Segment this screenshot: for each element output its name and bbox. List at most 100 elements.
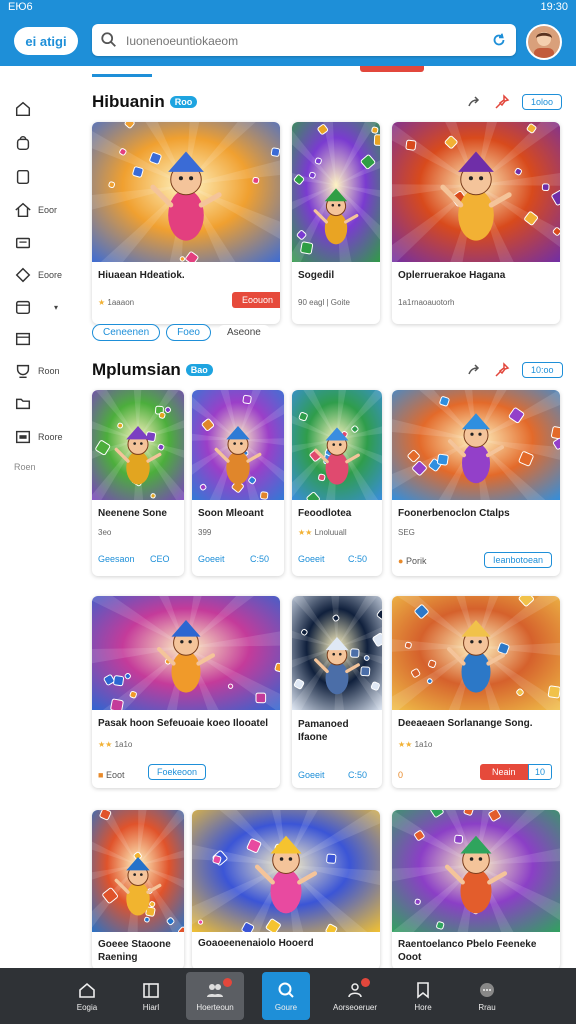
game-thumbnail	[92, 390, 184, 500]
section-1-more-button[interactable]: 1oloo	[522, 94, 563, 110]
bag-icon	[16, 136, 30, 151]
card-link[interactable]: Goeeit	[298, 554, 325, 564]
card-link[interactable]: Goeeit	[198, 554, 225, 564]
refresh-icon[interactable]	[490, 31, 508, 49]
section-title-1: Hibuanin Roo	[92, 92, 198, 112]
tag-icon	[15, 267, 31, 283]
game-card[interactable]: Foonerbenoclon Ctalps SEG ● Porik Ieanbo…	[392, 390, 560, 576]
sidebar-item-doc[interactable]	[14, 166, 76, 188]
library-icon	[143, 983, 159, 998]
game-card[interactable]: Deeaeaen Sorlanange Song. ★★ 1a1o 0 Neai…	[392, 596, 560, 788]
sidebar-item-house[interactable]: Eoor	[14, 199, 76, 221]
game-card[interactable]: Goaoeenenaiolo Hooerd	[192, 810, 380, 968]
game-title: Neenene Sone	[98, 508, 167, 519]
search-icon	[101, 32, 116, 47]
card-link[interactable]: Goeeit	[298, 770, 325, 780]
card-count[interactable]: 10	[528, 764, 553, 780]
game-card[interactable]: Hiuaean Hdeatiok. ★ 1aaaon Eoouon	[92, 122, 280, 324]
game-title: Deeaeaen Sorlanange Song.	[398, 718, 533, 729]
bottom-nav-item-chat[interactable]: Rrau	[458, 972, 516, 1020]
card-link[interactable]: C:50	[348, 770, 367, 780]
section-2-actions: 10:oo	[466, 362, 563, 378]
cup-icon	[16, 364, 30, 379]
game-card[interactable]: Neenene Sone 3eo Geesaon CEO	[92, 390, 184, 576]
game-card[interactable]: Oplerruerakoe Hagana 1a1rnaoauotorh	[392, 122, 560, 324]
card-link[interactable]: ■ Eoot	[98, 770, 124, 780]
game-card[interactable]: Raentoelanco Pbelo Feeneke Ooot	[392, 810, 560, 968]
section-pill-2: Bao	[185, 364, 213, 376]
game-title: Foonerbenoclon Ctalps	[398, 508, 510, 519]
game-title: Raentoelanco Pbelo Feeneke Ooot	[398, 939, 537, 963]
people-icon	[207, 984, 223, 997]
sidebar-item-cup[interactable]: Roon	[14, 360, 76, 382]
bottom-nav-item-bookmark[interactable]: Hore	[394, 972, 452, 1020]
pin-icon[interactable]	[494, 94, 510, 110]
chip[interactable]: Foeo	[166, 324, 211, 341]
home-icon	[15, 101, 31, 117]
card-button[interactable]: Ieanbotoean	[484, 552, 553, 568]
card-button[interactable]: Foekeoon	[148, 764, 207, 780]
game-thumbnail	[292, 122, 380, 262]
bottom-nav-item-home[interactable]: Eogia	[58, 972, 116, 1020]
game-meta: ★★ 1a1o	[398, 740, 433, 749]
chip[interactable]: Aseone	[216, 325, 271, 340]
search-input[interactable]	[124, 29, 478, 53]
game-thumbnail	[392, 596, 560, 710]
card-link[interactable]: Geesaon	[98, 554, 135, 564]
bottom-nav-item-library[interactable]: Hiarl	[122, 972, 180, 1020]
game-title: Hiuaean Hdeatiok.	[98, 270, 185, 281]
bottom-nav-item-users[interactable]: Aorseoeruer	[326, 972, 384, 1020]
sidebar-item-folder[interactable]	[14, 392, 76, 414]
sidebar-item-card[interactable]	[14, 232, 76, 254]
game-meta: ★★ 1a1o	[98, 740, 133, 749]
game-meta: 399	[198, 528, 212, 537]
card-link[interactable]: C:50	[348, 554, 367, 564]
folder-icon	[15, 398, 31, 410]
card-link[interactable]: C:50	[250, 554, 269, 564]
chip[interactable]: Ceneenen	[92, 324, 161, 341]
sidebar-item-bag[interactable]	[14, 132, 76, 154]
app-logo[interactable]: ei atigi	[14, 27, 78, 55]
game-thumbnail	[392, 122, 560, 262]
search-bar[interactable]	[92, 24, 516, 56]
chevron-down-icon[interactable]: ▾	[54, 303, 58, 312]
section-pill-1: Roo	[169, 96, 198, 108]
pin-icon[interactable]	[494, 362, 510, 378]
sidebar-item-image[interactable]: Roore	[14, 426, 76, 448]
bottom-nav-item-search[interactable]: Goure	[262, 972, 310, 1020]
doc-icon	[16, 169, 30, 185]
coin-icon: 0	[398, 770, 404, 780]
section-2-more-button[interactable]: 10:oo	[522, 362, 563, 378]
play-button[interactable]: Eoouon	[232, 292, 280, 308]
star-icon: ★★	[98, 740, 113, 749]
bottom-nav-item-people[interactable]: Hoerteoun	[186, 972, 244, 1020]
star-icon: ★★	[398, 740, 413, 749]
share-icon[interactable]	[466, 362, 482, 378]
game-card[interactable]: Pasak hoon Sefeuoaie koeo Ilooatel ★★ 1a…	[92, 596, 280, 788]
house-icon	[15, 202, 31, 218]
image-icon	[15, 430, 31, 444]
game-card[interactable]: Pamanoed Ifaone Goeeit C:50	[292, 596, 382, 788]
game-thumbnail	[292, 390, 382, 500]
coin-icon: ■	[98, 770, 104, 780]
home-icon	[79, 982, 95, 998]
game-thumbnail	[92, 810, 184, 932]
secondary-tab-indicator	[360, 66, 424, 72]
star-icon: ★	[98, 298, 106, 307]
sidebar-item-more[interactable]: Roen	[14, 456, 76, 478]
sidebar-item-calendar[interactable]: ▾	[14, 296, 76, 318]
card-link[interactable]: ● Porik	[398, 556, 426, 566]
card-button[interactable]: Neain	[480, 764, 528, 780]
sidebar-item-tag[interactable]: Eoore	[14, 264, 76, 286]
game-card[interactable]: Soon Mleoant 399 Goeeit C:50	[192, 390, 284, 576]
card-link[interactable]: CEO	[150, 554, 170, 564]
avatar[interactable]	[526, 24, 562, 60]
filter-chips: Ceneenen Foeo Aseone	[92, 324, 271, 341]
sidebar-item-list[interactable]	[14, 328, 76, 350]
game-card[interactable]: Feoodlotea ★★ Lnoluuall Goeeit C:50	[292, 390, 382, 576]
game-card[interactable]: Sogedil 90 eagl | Goite	[292, 122, 380, 324]
share-icon[interactable]	[466, 94, 482, 110]
sidebar-item-home[interactable]	[14, 98, 76, 120]
game-card[interactable]: Goeee Staoone Raening	[92, 810, 184, 968]
app-bar: ei atigi	[0, 16, 576, 66]
